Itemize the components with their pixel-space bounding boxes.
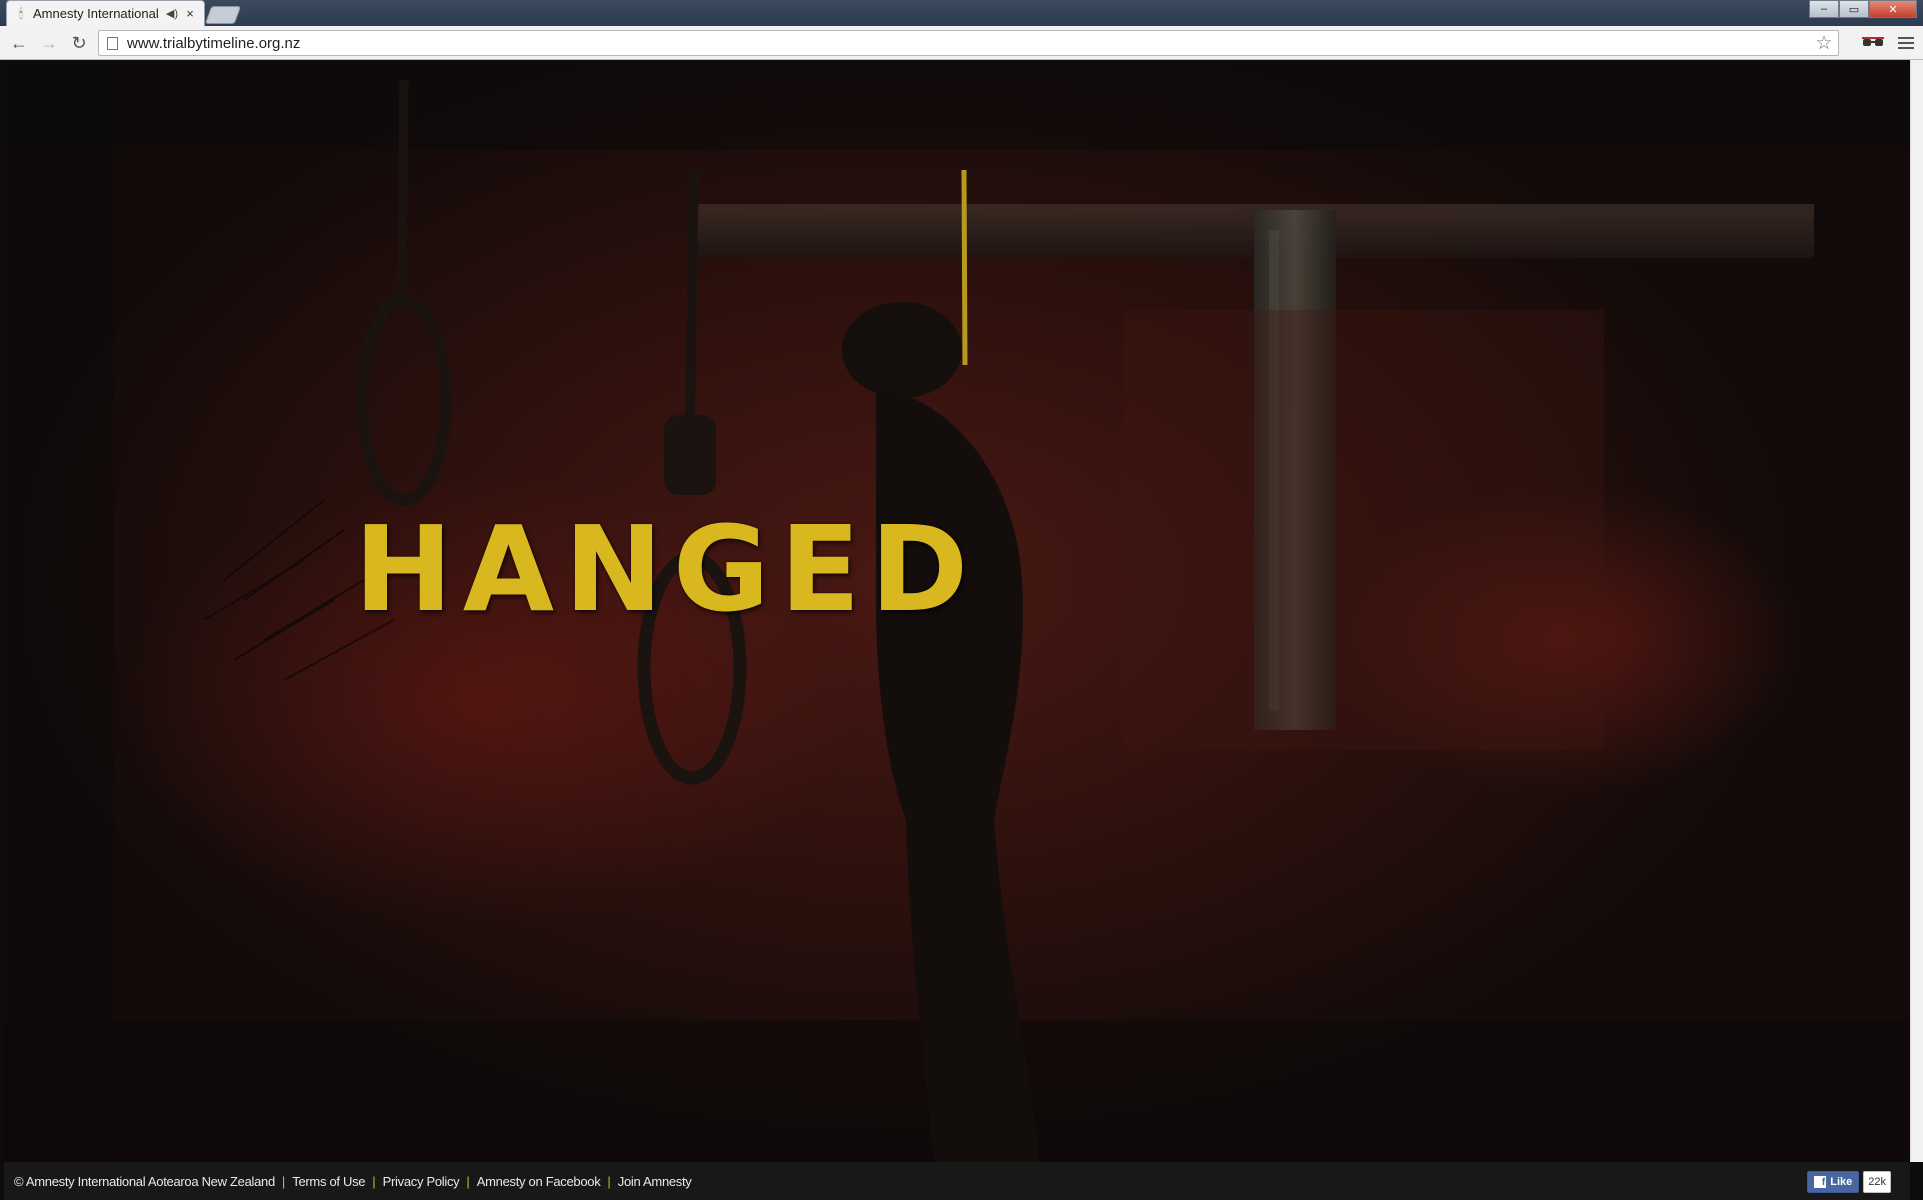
page-icon — [107, 36, 118, 50]
tab-title: Amnesty International — [33, 6, 159, 21]
facebook-like-button[interactable]: f Like — [1807, 1171, 1860, 1193]
footer-separator: | — [466, 1173, 470, 1189]
browser-toolbar: ← → ↻ www.trialbytimeline.org.nz ☆ — [0, 26, 1923, 60]
footer-separator: | — [372, 1173, 376, 1189]
footer-separator: | — [281, 1173, 286, 1189]
minimize-icon[interactable]: – — [1809, 0, 1839, 18]
reload-icon[interactable]: ↻ — [66, 31, 92, 55]
close-window-icon[interactable]: ✕ — [1869, 0, 1917, 18]
browser-menu-icon[interactable] — [1898, 35, 1914, 51]
forward-arrow-icon[interactable]: → — [36, 31, 62, 55]
footer-link-terms[interactable]: Terms of Use — [292, 1174, 365, 1189]
browser-titlebar: 🕯 Amnesty International ◀) × – ▭ ✕ — [0, 0, 1923, 26]
incognito-glasses-icon[interactable] — [1862, 37, 1884, 49]
back-arrow-icon[interactable]: ← — [6, 31, 32, 55]
footer-link-privacy[interactable]: Privacy Policy — [383, 1174, 460, 1189]
headline-hanged: HANGED — [354, 500, 979, 638]
address-bar[interactable]: www.trialbytimeline.org.nz ☆ — [98, 30, 1839, 56]
maximize-icon[interactable]: ▭ — [1839, 0, 1869, 18]
facebook-like-count: 22k — [1863, 1171, 1891, 1193]
window-controls: – ▭ ✕ — [1809, 0, 1917, 18]
url-text[interactable]: www.trialbytimeline.org.nz — [127, 35, 1810, 52]
speaker-icon[interactable]: ◀) — [166, 7, 178, 20]
new-tab-button[interactable] — [204, 6, 242, 24]
browser-tab[interactable]: 🕯 Amnesty International ◀) × — [6, 0, 205, 26]
facebook-like-label: Like — [1830, 1176, 1853, 1188]
facebook-like-widget: f Like 22k — [1807, 1171, 1891, 1193]
hero-scene: HANGED — [4, 60, 1910, 1162]
footer-separator: | — [607, 1173, 611, 1189]
footer-link-copyright[interactable]: © Amnesty International Aotearoa New Zea… — [14, 1174, 275, 1189]
facebook-icon: f — [1814, 1176, 1827, 1188]
footer-link-facebook[interactable]: Amnesty on Facebook — [477, 1174, 601, 1189]
site-footer: © Amnesty International Aotearoa New Zea… — [4, 1162, 1910, 1200]
amnesty-candle-icon: 🕯 — [19, 5, 23, 21]
bookmark-star-icon[interactable]: ☆ — [1810, 32, 1838, 55]
page-scrollbar[interactable] — [1910, 60, 1923, 1162]
footer-link-join[interactable]: Join Amnesty — [618, 1174, 692, 1189]
tab-close-icon[interactable]: × — [184, 6, 196, 21]
